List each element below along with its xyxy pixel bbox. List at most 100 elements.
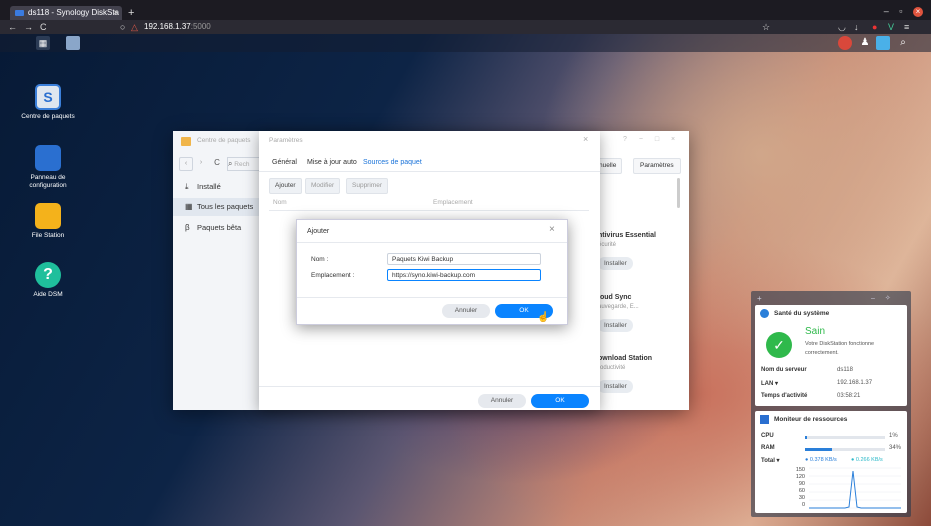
package-title: loud Sync: [598, 294, 632, 301]
desktop-icon-dsm-help[interactable]: ? Aide DSM: [17, 262, 79, 299]
browser-tab[interactable]: ds118 - Synology DiskSta ×: [10, 6, 122, 20]
package-card[interactable]: ntivirus Essential écurité Installer: [598, 232, 678, 270]
modify-button[interactable]: Modifier: [305, 178, 341, 194]
forward-icon[interactable]: →: [24, 21, 33, 33]
add-button[interactable]: Ajouter: [269, 178, 302, 194]
sidebar-item-all-packages[interactable]: ▦ Tous les paquets: [173, 198, 259, 216]
resource-monitor-widget: Moniteur de ressources CPU 1% RAM 34% To…: [755, 411, 907, 513]
sidebar-item-installed[interactable]: ⤓ Installé: [173, 178, 259, 196]
location-label: Emplacement :: [311, 272, 355, 279]
folder-icon: [35, 203, 61, 229]
new-tab-button[interactable]: +: [128, 6, 134, 20]
widget-controls[interactable]: – ✧: [871, 294, 895, 302]
dialog-close-button[interactable]: ×: [549, 224, 555, 235]
sidebar-item-beta[interactable]: β Paquets bêta: [173, 219, 259, 237]
package-card[interactable]: loud Sync auvegarde, E... Installer: [598, 294, 678, 332]
health-message: Votre DiskStation fonctionne correctemen…: [805, 341, 875, 356]
close-window-icon[interactable]: ×: [913, 7, 923, 17]
install-button[interactable]: Installer: [598, 380, 633, 393]
downloads-icon[interactable]: ↓: [854, 21, 859, 33]
tick-label: 120: [795, 474, 805, 480]
add-widget-icon[interactable]: +: [757, 294, 762, 303]
beta-icon: β: [185, 223, 190, 232]
package-card[interactable]: ownload Station roductivité Installer: [598, 355, 678, 393]
name-label: Nom :: [311, 256, 329, 263]
desktop-icon-control-panel[interactable]: Panneau de configuration: [17, 145, 79, 190]
row-value: 03:58:21: [837, 393, 861, 399]
user-icon[interactable]: ♟: [858, 36, 872, 50]
footer-divider: [259, 386, 600, 387]
widget-title: Moniteur de ressources: [774, 416, 848, 423]
settings-button[interactable]: Paramètres: [633, 158, 681, 174]
desktop-icon-package-center[interactable]: S Centre de paquets: [17, 84, 79, 121]
grid-icon: ▦: [185, 202, 193, 211]
window-title: Centre de paquets: [197, 137, 251, 144]
vpn-icon[interactable]: V: [888, 21, 894, 33]
header-divider: [297, 242, 567, 243]
package-category: roductivité: [598, 365, 626, 371]
maximize-icon[interactable]: ▫: [899, 6, 902, 16]
ram-bar-fill: [805, 448, 833, 451]
sources-table-header: Nom Emplacement: [269, 196, 589, 211]
monitor-icon: [760, 415, 769, 424]
network-total-label[interactable]: Total ▾: [761, 457, 780, 464]
synology-favicon-icon: [15, 10, 24, 16]
main-menu-icon[interactable]: ▦: [36, 36, 50, 50]
upload-value: 0.378 KB/s: [809, 457, 837, 463]
tab-package-sources[interactable]: Sources de paquet: [363, 159, 422, 166]
search-icon[interactable]: ⌕: [896, 36, 910, 50]
location-field[interactable]: https://syno.kiwi-backup.com: [387, 269, 541, 281]
name-field[interactable]: Paquets Kiwi Backup: [387, 253, 541, 265]
window-controls[interactable]: ? − □ ×: [623, 136, 680, 143]
sidebar-item-label: Installé: [197, 182, 221, 191]
tab-title: ds118 - Synology DiskSta: [28, 8, 120, 17]
minimize-icon[interactable]: –: [884, 6, 889, 16]
bookmark-star-icon[interactable]: ☆: [762, 21, 770, 33]
dialog-close-button[interactable]: ×: [583, 134, 588, 144]
tab-close-button[interactable]: ×: [113, 6, 118, 20]
upload-rate: ● 0.378 KB/s: [805, 457, 837, 463]
search-placeholder: Rech: [234, 161, 250, 168]
tab-general[interactable]: Général: [272, 159, 297, 166]
search-input[interactable]: ⌕ Rech: [227, 157, 260, 171]
footer-divider: [297, 297, 567, 298]
package-center-sidebar: Centre de paquets ‹ › C ⌕ Rech ⤓ Installé…: [173, 131, 260, 410]
browser-nav-bar: ← → C ○ △ 192.168.1.37:5000 ☆ ◡ ↓ ● V ≡: [0, 20, 931, 34]
scrollbar[interactable]: [677, 178, 680, 208]
cancel-button[interactable]: Annuler: [442, 304, 490, 318]
back-button[interactable]: ‹: [179, 157, 193, 171]
refresh-button[interactable]: C: [211, 157, 223, 169]
desktop-icon-label: Centre de paquets: [21, 113, 75, 120]
delete-button[interactable]: Supprimer: [346, 178, 388, 194]
extension-icon[interactable]: ●: [872, 21, 877, 33]
tab-divider: [259, 171, 600, 172]
row-label: Temps d'activité: [761, 393, 808, 399]
reload-icon[interactable]: C: [40, 21, 47, 33]
shield-icon[interactable]: ○: [120, 21, 125, 33]
desktop-icon-file-station[interactable]: File Station: [17, 203, 79, 240]
ok-button[interactable]: OK: [531, 394, 589, 408]
package-center-taskbar-icon[interactable]: [66, 36, 80, 50]
ram-value: 34%: [889, 445, 902, 451]
info-icon: [760, 309, 769, 318]
row-label[interactable]: LAN ▾: [761, 380, 778, 387]
cpu-bar-track: [805, 436, 885, 439]
forward-button[interactable]: ›: [195, 157, 207, 169]
pocket-icon[interactable]: ◡: [838, 21, 846, 33]
column-location: Emplacement: [433, 199, 473, 206]
notifications-icon[interactable]: [838, 36, 852, 50]
package-category: auvegarde, E...: [598, 304, 639, 310]
widgets-icon[interactable]: [876, 36, 890, 50]
desktop-icon-label: Panneau de configuration: [29, 174, 67, 189]
install-button[interactable]: Installer: [598, 257, 633, 270]
lock-warning-icon[interactable]: △: [131, 21, 138, 33]
cancel-button[interactable]: Annuler: [478, 394, 526, 408]
cpu-label: CPU: [761, 433, 774, 439]
row-value: ds118: [837, 367, 853, 373]
menu-icon[interactable]: ≡: [904, 21, 909, 33]
install-button[interactable]: Installer: [598, 319, 633, 332]
url-bar[interactable]: 192.168.1.37:5000: [144, 21, 211, 33]
back-icon[interactable]: ←: [8, 21, 17, 33]
tab-auto-update[interactable]: Mise à jour auto: [307, 159, 357, 166]
url-host: 192.168.1.37: [144, 22, 191, 31]
